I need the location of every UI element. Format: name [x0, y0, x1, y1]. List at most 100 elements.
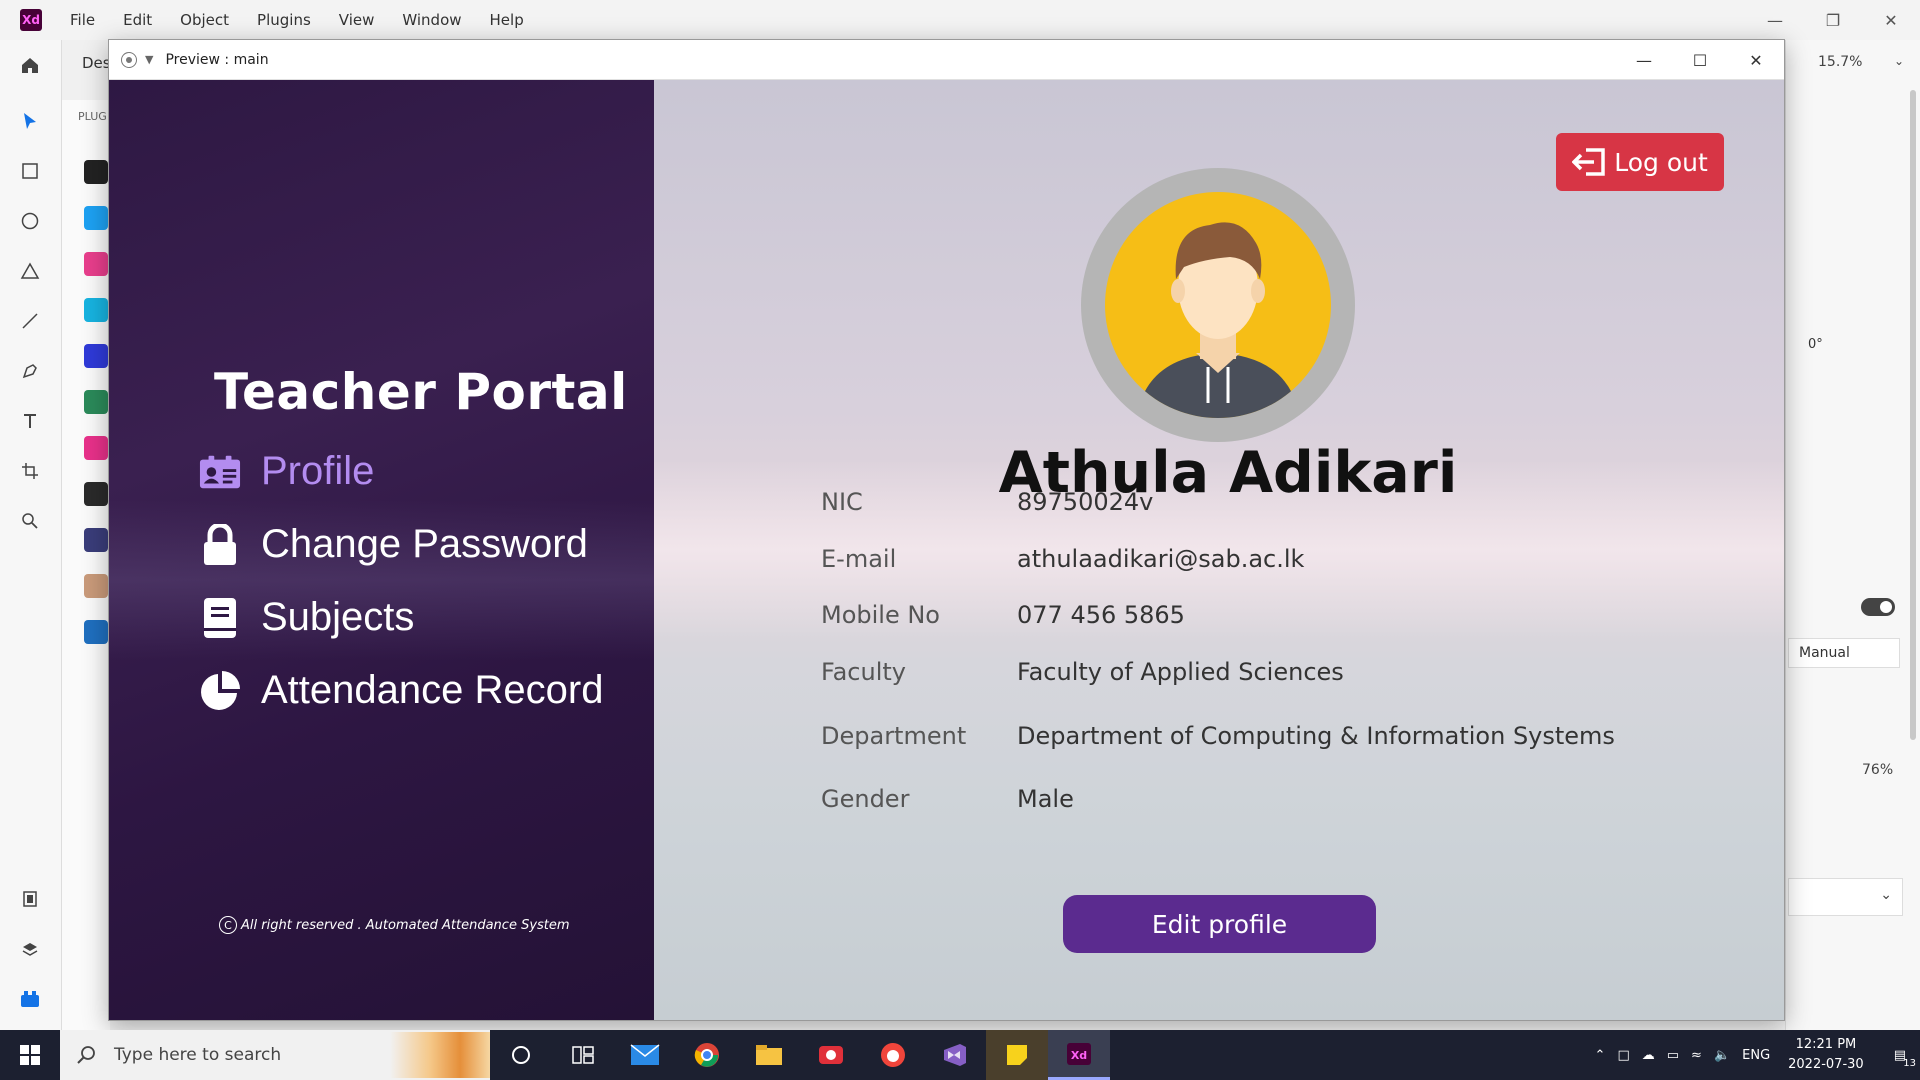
plugin-search-icon[interactable]	[84, 298, 108, 322]
chrome-icon[interactable]	[676, 1030, 738, 1080]
file-explorer-icon[interactable]	[738, 1030, 800, 1080]
assets-icon[interactable]	[19, 888, 41, 910]
email-value: athulaadikari@sab.ac.lk	[1017, 545, 1305, 573]
plugin-coffee-icon[interactable]	[84, 390, 108, 414]
nav-label-attendance-record: Attendance Record	[261, 668, 604, 712]
rectangle-tool-icon[interactable]	[19, 160, 41, 182]
minimize-icon[interactable]: —	[1616, 40, 1672, 80]
nav-item-change-password[interactable]: Change Password	[199, 522, 588, 567]
search-placeholder: Type here to search	[114, 1045, 282, 1065]
zoom-tool-icon[interactable]	[19, 510, 41, 532]
meet-icon[interactable]: □	[1617, 1048, 1629, 1063]
caret-down-icon[interactable]: ▼	[145, 53, 153, 66]
ellipse-tool-icon[interactable]	[19, 210, 41, 232]
plugin-layout-icon[interactable]	[84, 436, 108, 460]
id-card-icon	[199, 451, 241, 493]
faculty-value: Faculty of Applied Sciences	[1017, 658, 1344, 686]
menu-view[interactable]: View	[339, 11, 375, 29]
nic-value: 89750024v	[1017, 488, 1154, 516]
restore-icon[interactable]: ❐	[1804, 0, 1862, 40]
mail-icon[interactable]	[614, 1030, 676, 1080]
search-highlight-art	[390, 1032, 490, 1078]
layers-icon[interactable]	[19, 938, 41, 960]
plugins-title: PLUG	[78, 110, 107, 123]
system-tray: ⌃ □ ☁ ▭ ≈ 🔈 ENG 12:21 PM 2022-07-30 ▤ 13	[1583, 1030, 1920, 1080]
faculty-label: Faculty	[821, 658, 906, 686]
taskbar-search[interactable]: Type here to search	[60, 1030, 490, 1080]
svg-text:Xd: Xd	[1071, 1049, 1087, 1062]
chevron-up-icon[interactable]: ⌃	[1595, 1048, 1606, 1063]
search-icon	[76, 1045, 96, 1065]
screen-recorder-icon[interactable]	[800, 1030, 862, 1080]
artboard-tool-icon[interactable]	[19, 460, 41, 482]
clock[interactable]: 12:21 PM 2022-07-30	[1788, 1035, 1864, 1075]
mode-select[interactable]: Manual	[1788, 638, 1900, 668]
plugin-list-icon[interactable]	[84, 482, 108, 506]
plugin-lines-icon[interactable]	[84, 160, 108, 184]
copyright-text: All right reserved . Automated Attendanc…	[241, 917, 570, 933]
plugin-dots-icon[interactable]	[84, 528, 108, 552]
language-indicator[interactable]: ENG	[1742, 1048, 1770, 1063]
menu-plugins[interactable]: Plugins	[257, 11, 311, 29]
notification-icon[interactable]: ▤ 13	[1894, 1048, 1916, 1069]
department-label: Department	[821, 722, 967, 750]
menu-object[interactable]: Object	[180, 11, 229, 29]
logout-button[interactable]: Log out	[1556, 133, 1724, 191]
app-icon-red[interactable]	[862, 1030, 924, 1080]
task-view-icon[interactable]	[552, 1030, 614, 1080]
wifi-icon[interactable]: ≈	[1691, 1048, 1702, 1063]
start-button[interactable]	[0, 1030, 60, 1080]
minimize-icon[interactable]: —	[1746, 0, 1804, 40]
close-icon[interactable]: ✕	[1728, 40, 1784, 80]
plugin-avatar-icon[interactable]	[84, 574, 108, 598]
close-icon[interactable]: ✕	[1862, 0, 1920, 40]
gender-value: Male	[1017, 785, 1074, 813]
plugins-icon[interactable]	[19, 988, 41, 1010]
blend-dropdown[interactable]: ⌄	[1788, 878, 1903, 916]
nav-item-attendance-record[interactable]: Attendance Record	[199, 668, 603, 713]
plugin-chart-icon[interactable]	[84, 620, 108, 644]
plugins-panel: PLUG	[62, 100, 110, 1030]
visual-studio-icon[interactable]	[924, 1030, 986, 1080]
rotation-value[interactable]: 0°	[1808, 337, 1823, 352]
xd-menu: File Edit Object Plugins View Window Hel…	[70, 11, 552, 29]
xd-tool-sidebar	[0, 40, 62, 1030]
pen-tool-icon[interactable]	[19, 360, 41, 382]
xd-logo: Xd	[20, 9, 42, 31]
zoom-chevron-icon[interactable]: ⌄	[1894, 54, 1904, 68]
menu-edit[interactable]: Edit	[123, 11, 152, 29]
plugin-grid-icon[interactable]	[84, 344, 108, 368]
maximize-icon[interactable]: ☐	[1672, 40, 1728, 80]
menu-window[interactable]: Window	[402, 11, 461, 29]
mobile-value: 077 456 5865	[1017, 601, 1185, 629]
menu-file[interactable]: File	[70, 11, 95, 29]
home-icon[interactable]	[19, 54, 41, 76]
onedrive-icon[interactable]: ☁	[1642, 1048, 1655, 1063]
opacity-value[interactable]: 76%	[1862, 762, 1893, 778]
line-tool-icon[interactable]	[19, 310, 41, 332]
adobe-xd-taskbar-icon[interactable]: Xd	[1048, 1030, 1110, 1080]
polygon-tool-icon[interactable]	[19, 260, 41, 282]
department-value: Department of Computing & Information Sy…	[1017, 722, 1615, 750]
nav-item-profile[interactable]: Profile	[199, 449, 374, 494]
battery-icon[interactable]: ▭	[1667, 1048, 1679, 1063]
nav-item-subjects[interactable]: Subjects	[199, 595, 414, 640]
panel-scrollbar[interactable]	[1910, 90, 1916, 740]
tab-design[interactable]: Des	[82, 54, 111, 72]
xd-property-panel: 15.7% ⌄ 0° Manual 76% ⌄	[1785, 40, 1920, 1030]
volume-icon[interactable]: 🔈	[1714, 1048, 1730, 1063]
sticky-notes-icon[interactable]	[986, 1030, 1048, 1080]
avatar	[1080, 167, 1356, 443]
edit-profile-button[interactable]: Edit profile	[1063, 895, 1376, 953]
zoom-level[interactable]: 15.7%	[1818, 54, 1862, 70]
menu-help[interactable]: Help	[490, 11, 524, 29]
responsive-toggle[interactable]	[1861, 598, 1895, 616]
text-tool-icon[interactable]	[19, 410, 41, 432]
cortana-icon[interactable]	[490, 1030, 552, 1080]
plugin-calendar-icon[interactable]	[84, 206, 108, 230]
select-tool-icon[interactable]	[19, 110, 41, 132]
mobile-label: Mobile No	[821, 601, 940, 629]
pie-chart-icon	[199, 670, 241, 712]
plugin-c-icon[interactable]	[84, 252, 108, 276]
record-icon[interactable]	[121, 51, 137, 68]
